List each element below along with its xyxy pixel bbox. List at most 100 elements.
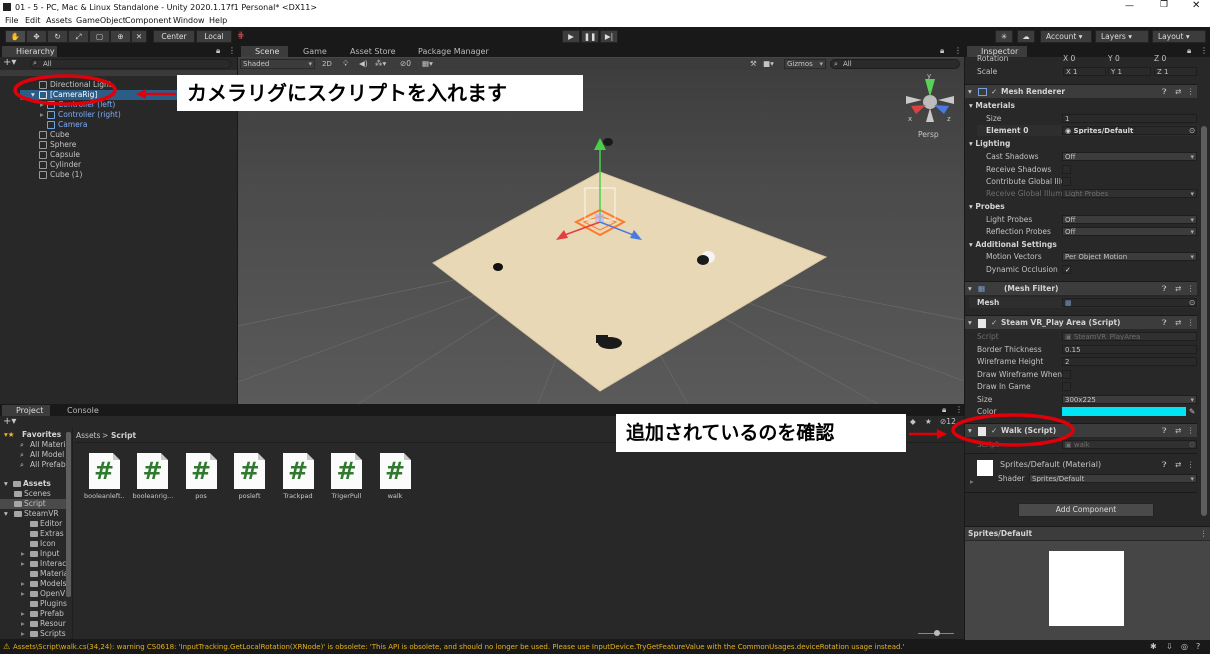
persp-label[interactable]: Persp bbox=[918, 130, 939, 139]
settings-icon[interactable]: ⇄ bbox=[1175, 426, 1181, 436]
folder-item[interactable]: Script bbox=[24, 499, 46, 509]
size-dropdown[interactable]: 300x225 bbox=[1062, 395, 1197, 404]
mesh-renderer-header[interactable]: ▾ ✓ Mesh Renderer ❓︎ ⇄ ⋮ bbox=[965, 84, 1197, 98]
expand-arrow-icon[interactable]: ▸ bbox=[21, 589, 25, 599]
scene-viewport[interactable]: y x z Persp bbox=[238, 70, 964, 404]
scale-x-field[interactable]: X 1 bbox=[1063, 67, 1106, 76]
hierarchy-item[interactable]: Cylinder bbox=[50, 160, 81, 170]
breadcrumb-script[interactable]: Script bbox=[111, 431, 136, 441]
menu-edit[interactable]: Edit bbox=[25, 16, 41, 25]
receive-gi-dropdown[interactable]: Light Probes bbox=[1062, 189, 1197, 198]
script-asset[interactable]: # walk bbox=[375, 453, 415, 500]
scene-search-input[interactable]: All bbox=[830, 59, 960, 69]
folder-item[interactable]: Interac bbox=[40, 559, 66, 569]
steamvr-playarea-header[interactable]: ▾ ✓ Steam VR_Play Area (Script) ❓︎ ⇄ ⋮ bbox=[965, 315, 1197, 329]
hand-tool-button[interactable]: ✋ bbox=[5, 30, 26, 43]
gizmos-dropdown[interactable]: Gizmos bbox=[784, 59, 826, 69]
menu-gameobject[interactable]: GameObject bbox=[76, 16, 126, 25]
script-asset[interactable]: # TrigerPull bbox=[327, 453, 367, 500]
hidden-objects-icon[interactable]: ⊘0 bbox=[400, 59, 411, 69]
project-add-button[interactable]: +▾ bbox=[3, 417, 16, 427]
object-picker-icon[interactable]: ⊙ bbox=[1189, 126, 1195, 136]
folder-item[interactable]: Icon bbox=[40, 539, 56, 549]
mesh-field[interactable]: ▦ bbox=[1062, 298, 1197, 307]
receive-shadows-checkbox[interactable] bbox=[1062, 165, 1071, 174]
materials-size-field[interactable]: 1 bbox=[1062, 114, 1197, 123]
hierarchy-item[interactable]: Cube bbox=[50, 130, 69, 140]
favorite-item[interactable]: All Materi bbox=[30, 440, 65, 450]
script-asset[interactable]: # booleanleft... bbox=[84, 453, 124, 500]
help-icon[interactable]: ❓︎ bbox=[1162, 318, 1167, 328]
enable-checkbox[interactable]: ✓ bbox=[991, 87, 997, 97]
script-asset[interactable]: # booleanrig... bbox=[133, 453, 173, 500]
kebab-menu-icon[interactable]: ⋮ bbox=[1187, 87, 1195, 97]
kebab-menu-icon[interactable]: ⋮ bbox=[1200, 529, 1208, 539]
hierarchy-search-input[interactable]: All bbox=[30, 59, 231, 69]
folder-item[interactable]: Editor bbox=[40, 519, 62, 529]
transform-tool-button[interactable]: ⊕ bbox=[110, 30, 131, 43]
shader-dropdown[interactable]: Sprites/Default bbox=[1029, 474, 1197, 483]
mode-2d-toggle[interactable]: 2D bbox=[322, 59, 332, 69]
kebab-menu-icon[interactable]: ⋮ bbox=[1187, 284, 1195, 294]
collab-icon[interactable]: ✳ bbox=[995, 30, 1013, 43]
create-add-button[interactable]: +▾ bbox=[3, 58, 16, 68]
expand-arrow-icon[interactable]: ▸ bbox=[21, 559, 25, 569]
pivot-center-button[interactable]: Center bbox=[153, 30, 195, 43]
folder-item[interactable]: Scripts bbox=[40, 629, 66, 639]
folder-item[interactable]: Prefab bbox=[40, 609, 64, 619]
rotation-y[interactable]: Y 0 bbox=[1108, 54, 1120, 64]
layers-dropdown[interactable]: Layers ▾ bbox=[1095, 30, 1149, 43]
expand-arrow-icon[interactable]: ▸ bbox=[21, 579, 25, 589]
script-asset[interactable]: # Trackpad bbox=[278, 453, 318, 500]
kebab-menu-icon[interactable]: ⋮ bbox=[1200, 46, 1208, 55]
camera-dropdown-icon[interactable]: ■▾ bbox=[763, 59, 774, 69]
layout-dropdown[interactable]: Layout ▾ bbox=[1152, 30, 1206, 43]
expand-arrow-icon[interactable]: ▸ bbox=[21, 619, 25, 629]
settings-icon[interactable]: ⇄ bbox=[1175, 284, 1181, 294]
eyedropper-icon[interactable]: ✎ bbox=[1189, 407, 1195, 417]
audio-toggle-icon[interactable]: ◀︎) bbox=[359, 59, 368, 69]
reflection-probes-dropdown[interactable]: Off bbox=[1062, 227, 1197, 236]
folder-item[interactable]: Materia bbox=[40, 569, 68, 579]
effects-dropdown-icon[interactable]: ⁂▾ bbox=[375, 59, 386, 69]
expand-arrow-icon[interactable]: ▸ bbox=[21, 549, 25, 559]
kebab-menu-icon[interactable]: ⋮ bbox=[1187, 318, 1195, 328]
menu-assets[interactable]: Assets bbox=[46, 16, 72, 25]
cloud-icon[interactable]: ☁ bbox=[1017, 30, 1035, 43]
tab-scene[interactable]: Scene bbox=[241, 46, 288, 57]
settings-icon[interactable]: ⇄ bbox=[1175, 460, 1181, 470]
rotation-x[interactable]: X 0 bbox=[1063, 54, 1075, 64]
minimize-icon[interactable]: — bbox=[1125, 1, 1134, 11]
hierarchy-item[interactable]: Capsule bbox=[50, 150, 80, 160]
grid-snap-icon[interactable]: ⋕ bbox=[237, 31, 245, 41]
draw-in-game-checkbox[interactable] bbox=[1062, 382, 1071, 391]
grid-toggle-icon[interactable]: ▦▾ bbox=[422, 59, 433, 69]
border-thickness-field[interactable]: 0.15 bbox=[1062, 345, 1197, 354]
tab-hierarchy[interactable]: Hierarchy bbox=[2, 46, 57, 57]
hierarchy-item[interactable]: Camera bbox=[58, 120, 87, 130]
menu-help[interactable]: Help bbox=[209, 16, 227, 25]
folder-item[interactable]: Input bbox=[40, 549, 59, 559]
breadcrumb-assets[interactable]: Assets bbox=[76, 431, 100, 441]
lock-icon[interactable]: 🔒︎ bbox=[216, 46, 220, 56]
kebab-menu-icon[interactable]: ⋮ bbox=[1187, 426, 1195, 436]
help-icon[interactable]: ❓︎ bbox=[1162, 426, 1167, 436]
materials-foldout[interactable]: ▾ Materials bbox=[969, 101, 1015, 111]
kebab-menu-icon[interactable]: ⋮ bbox=[1187, 460, 1195, 470]
tab-project[interactable]: Project bbox=[2, 405, 50, 416]
kebab-menu-icon[interactable]: ⋮ bbox=[954, 46, 962, 55]
expand-arrow-icon[interactable]: ▸ bbox=[21, 609, 25, 619]
custom-tool-button[interactable]: ✕ bbox=[131, 30, 147, 43]
maximize-icon[interactable]: ❐ bbox=[1160, 0, 1168, 10]
rotate-tool-button[interactable]: ↻ bbox=[47, 30, 68, 43]
kebab-menu-icon[interactable]: ⋮ bbox=[228, 46, 236, 55]
assets-folder-label[interactable]: Assets bbox=[23, 479, 51, 489]
add-component-button[interactable]: Add Component bbox=[1018, 503, 1154, 517]
help-icon[interactable]: ❓︎ bbox=[1162, 284, 1167, 294]
tab-console[interactable]: Console bbox=[55, 405, 99, 416]
object-picker-icon[interactable]: ⊙ bbox=[1189, 298, 1195, 308]
hierarchy-item[interactable]: Cube (1) bbox=[50, 170, 82, 180]
console-message[interactable]: Assets\Script\walk.cs(34,24): warning CS… bbox=[13, 643, 1138, 651]
expand-arrow-icon[interactable]: ▾ bbox=[4, 509, 8, 519]
contribute-gi-checkbox[interactable] bbox=[1062, 177, 1071, 186]
